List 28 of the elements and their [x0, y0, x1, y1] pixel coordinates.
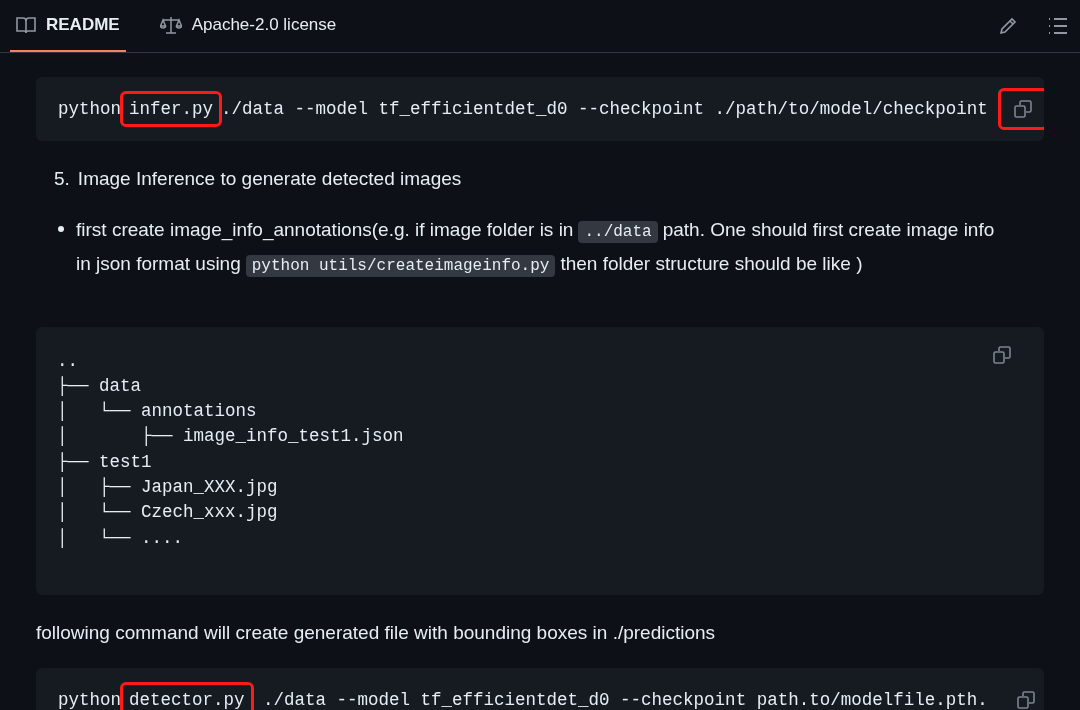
list-icon[interactable] [1048, 17, 1068, 35]
code-line: │ ├── image_info_test1.json [57, 425, 404, 449]
code-line: │ └── Czech_xxx.jpg [57, 501, 278, 525]
code-line: ├── test1 [57, 450, 152, 474]
code-line: ├── data [57, 374, 141, 398]
code-text: ./data --model tf_efficientdet_d0 --checkpoint ./path/to/model/checkpoint [220, 97, 989, 121]
list-number: 5. [54, 167, 70, 191]
code-line: │ └── annotations [57, 400, 257, 424]
tab[interactable]: README [10, 0, 126, 52]
highlighted-code: detector.py [120, 681, 254, 710]
code-line: │ ├── Japan_XXX.jpg [57, 476, 278, 499]
paragraph-text: following command will create generated file with bounding boxes in ./predictions [36, 620, 717, 645]
edit-icon[interactable] [998, 16, 1018, 36]
book-icon [16, 16, 36, 34]
copy-icon[interactable] [1016, 690, 1036, 710]
copy-icon[interactable] [1013, 99, 1033, 119]
heading-text: Image Inference to generate detected images [77, 167, 462, 191]
copy-icon[interactable] [992, 344, 1012, 365]
scale-icon [159, 16, 182, 34]
tab[interactable]: Apache-2.0 license [153, 0, 343, 52]
code-text: ./data --model tf_efficientdet_d0 --checkpoint path.to/modelfile.pth. [262, 688, 989, 710]
bullet-text: first create image_info_annotations(e.g. if image folder is in ../data path. One should first create image info in json format using python utils/createimageinfo.py then folder structure should be like ) [76, 217, 996, 279]
code-line: .. [57, 349, 78, 373]
code-line: │ └── .... [57, 526, 184, 550]
highlighted-code: infer.py [120, 90, 223, 128]
code-text: python [57, 97, 122, 121]
bullet-icon [58, 225, 64, 232]
code-text: python [57, 688, 122, 710]
